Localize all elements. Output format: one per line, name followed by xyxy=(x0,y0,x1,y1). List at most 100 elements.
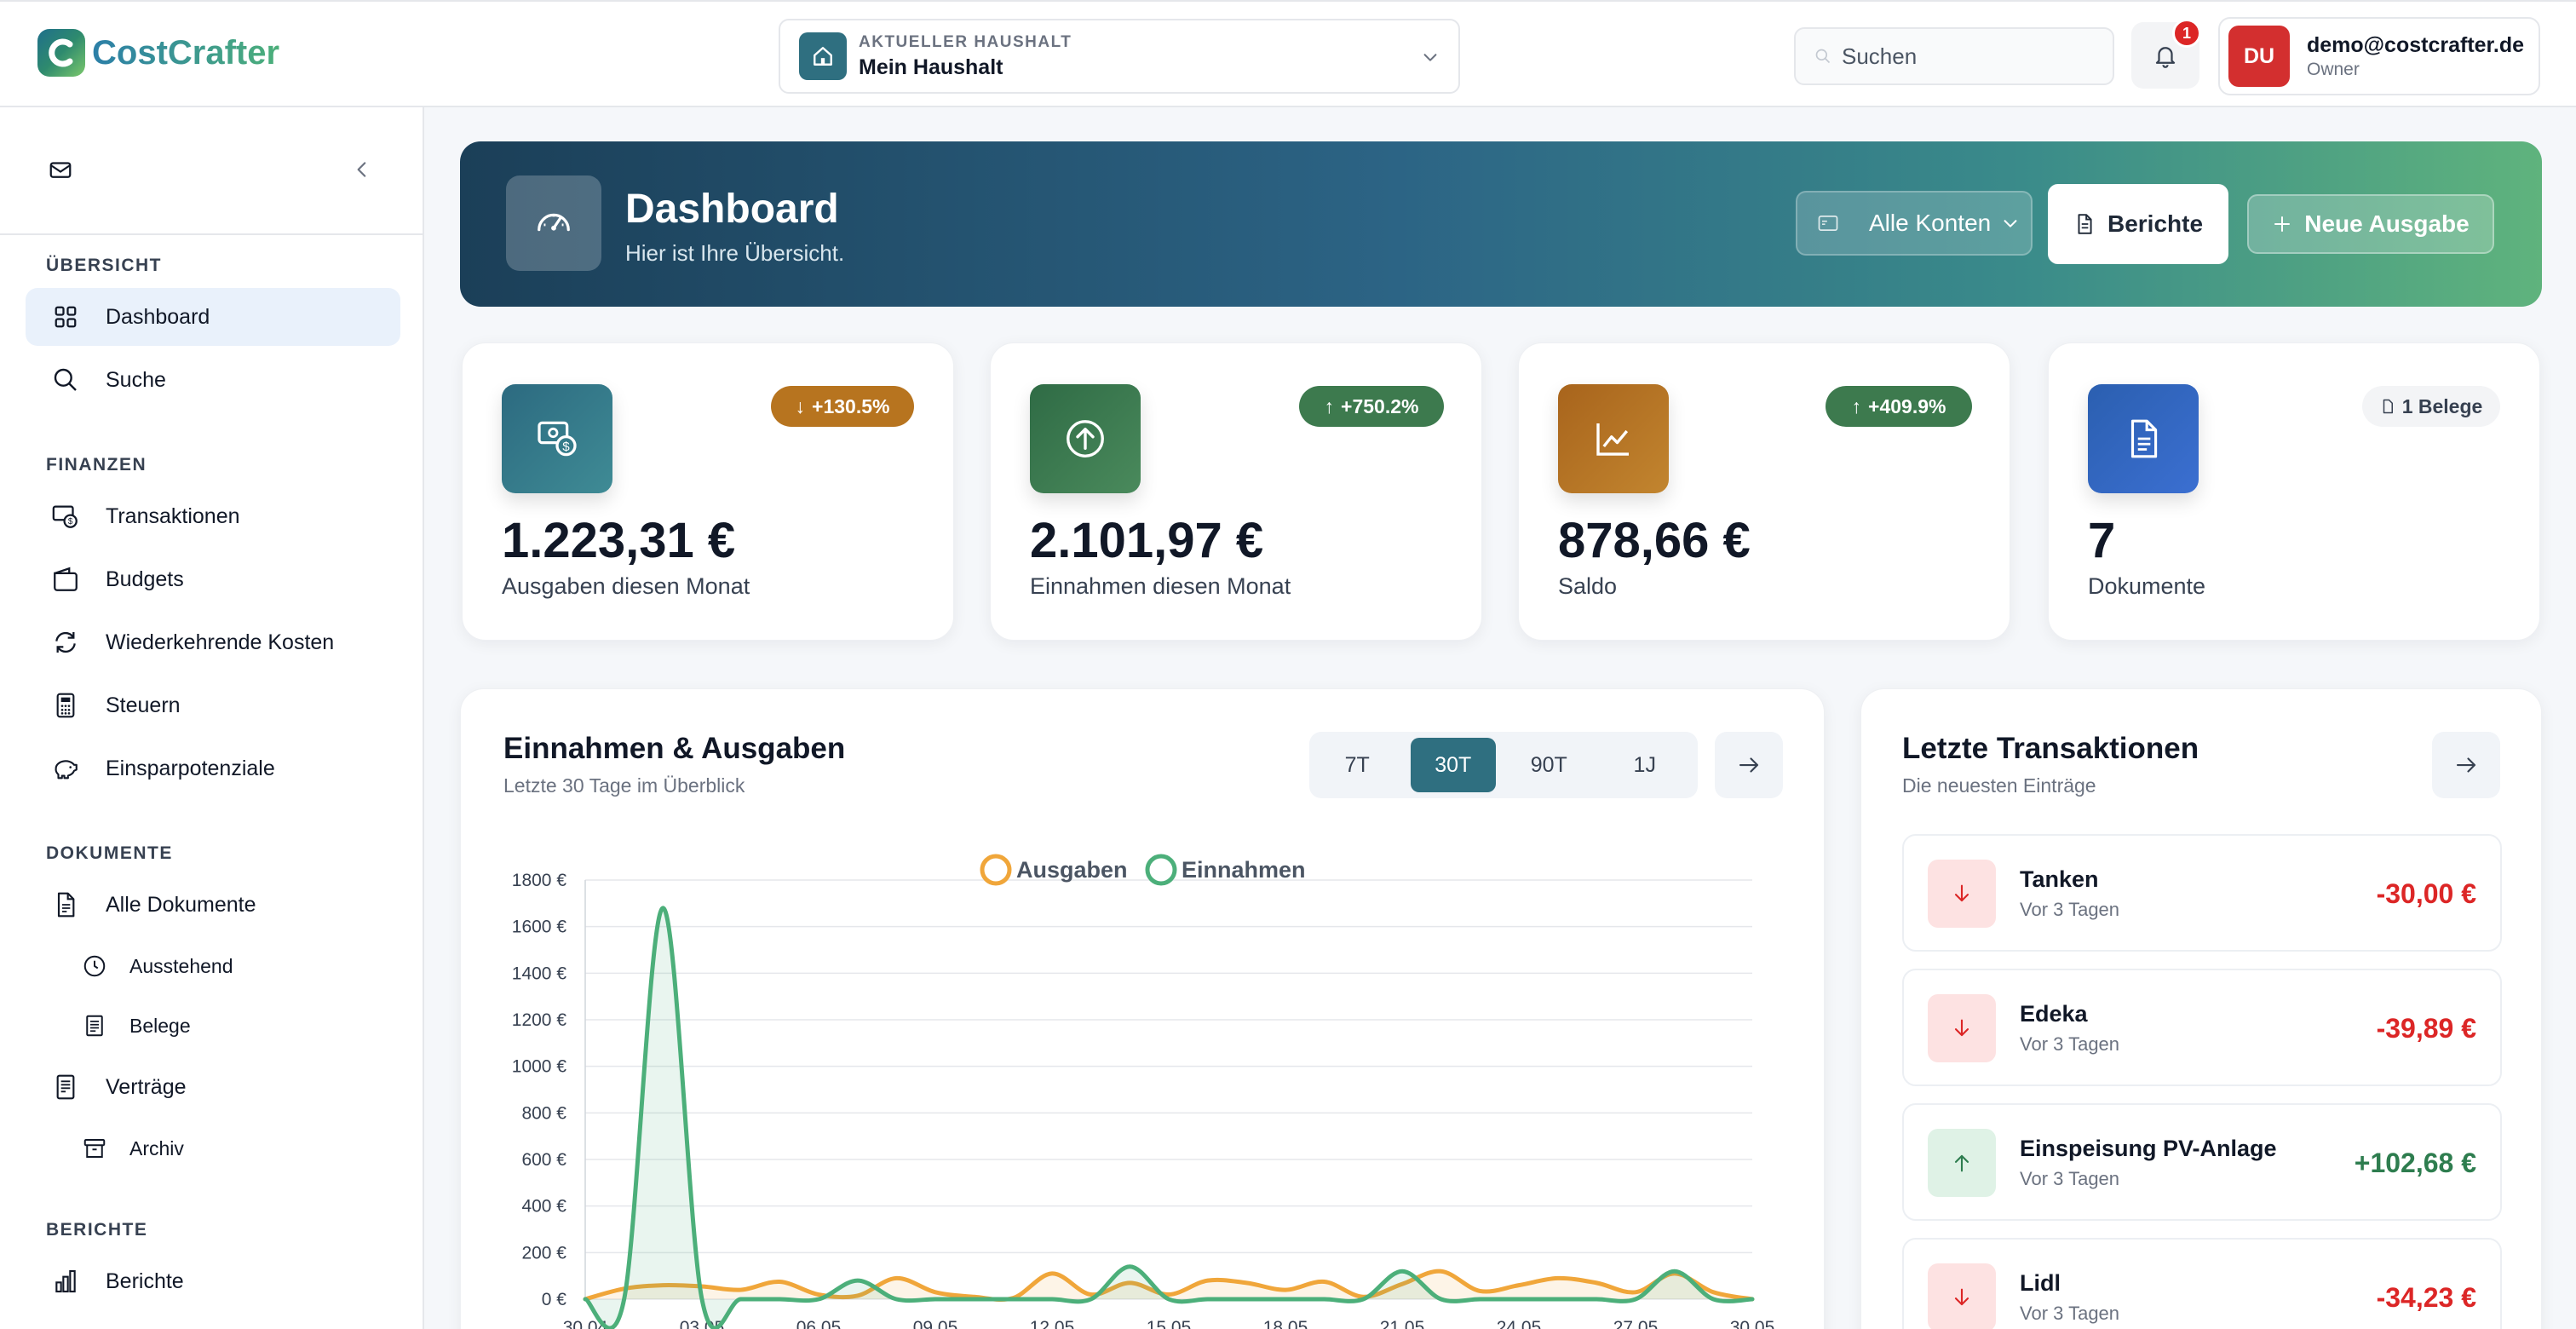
y-tick-label: 200 € xyxy=(521,1243,566,1263)
notifications-button[interactable]: 1 xyxy=(2131,19,2201,89)
income-expense-chart: 0 € 200 € 400 € 600 € 800 € 1000 € 1200 € 1400 … xyxy=(512,854,1775,1329)
transaction-amount: +102,68 € xyxy=(2354,1148,2476,1178)
sidebar-item-archive[interactable]: Archiv xyxy=(55,1119,400,1177)
y-tick-label: 1600 € xyxy=(512,918,567,937)
stat-card-documents[interactable]: 1 Belege 7 Dokumente xyxy=(2048,342,2540,641)
sidebar-section-reports: BERICHTE xyxy=(46,1220,148,1240)
app-logo[interactable]: CostCrafter xyxy=(37,29,279,77)
sidebar-item-taxes[interactable]: Steuern xyxy=(26,676,400,734)
reports-button-label: Berichte xyxy=(2107,210,2204,237)
x-tick-label: 18.05 xyxy=(1263,1318,1308,1329)
money-transfer-icon: $ xyxy=(502,384,612,493)
chart-title: Einnahmen & Ausgaben xyxy=(503,732,846,765)
receipt-icon xyxy=(80,1011,109,1040)
document-icon xyxy=(2073,213,2096,235)
stat-card-balance[interactable]: ↑ +409.9% 878,66 € Saldo xyxy=(1518,342,2010,641)
y-tick-label: 1800 € xyxy=(512,871,567,890)
sidebar-item-search[interactable]: Suche xyxy=(26,351,400,409)
sidebar-item-receipts[interactable]: Belege xyxy=(55,997,400,1055)
stat-card-income[interactable]: ↑ +750.2% 2.101,97 € Einnahmen diesen Mon… xyxy=(990,342,1482,641)
sidebar-item-dashboard[interactable]: Dashboard xyxy=(26,288,400,346)
arrow-right-icon xyxy=(2453,752,2479,778)
search-input[interactable] xyxy=(1842,43,2097,70)
range-90d[interactable]: 90T xyxy=(1506,738,1592,792)
calculator-icon xyxy=(51,691,80,720)
transaction-row[interactable]: Edeka Vor 3 Tagen -39,89 € xyxy=(1902,969,2502,1086)
file-icon xyxy=(2380,398,2395,415)
trend-badge: ↑ +409.9% xyxy=(1826,386,1972,427)
sidebar-item-label: Budgets xyxy=(106,567,184,591)
x-tick-label: 30.05 xyxy=(1730,1318,1775,1329)
transaction-row[interactable]: Lidl Vor 3 Tagen -34,23 € xyxy=(1902,1238,2502,1329)
account-select[interactable]: Alle Konten xyxy=(1796,191,2033,256)
sidebar-item-reports[interactable]: Berichte xyxy=(26,1252,400,1310)
y-tick-label: 800 € xyxy=(521,1103,566,1123)
avatar: DU xyxy=(2228,26,2290,87)
household-name: Mein Haushalt xyxy=(859,55,1003,79)
search-icon xyxy=(51,365,80,394)
legend-label: Ausgaben xyxy=(1016,857,1128,883)
transaction-name: Tanken xyxy=(2020,866,2099,892)
app-name: CostCrafter xyxy=(92,33,280,72)
search-box[interactable] xyxy=(1794,27,2114,85)
sidebar-item-budgets[interactable]: Budgets xyxy=(26,550,400,608)
sidebar-item-transactions[interactable]: $ Transaktionen xyxy=(26,487,400,545)
bell-icon xyxy=(2153,43,2178,68)
logo-mark-icon xyxy=(37,29,85,77)
sidebar-item-label: Dashboard xyxy=(106,304,210,329)
transaction-row[interactable]: Einspeisung PV-Anlage Vor 3 Tagen +102,6… xyxy=(1902,1103,2502,1221)
range-30d[interactable]: 30T xyxy=(1410,738,1496,792)
transactions-subtitle: Die neuesten Einträge xyxy=(1902,774,2096,797)
legend-label: Einnahmen xyxy=(1182,857,1306,883)
svg-text:$: $ xyxy=(68,517,73,526)
user-email: demo@costcrafter.de xyxy=(2307,32,2525,57)
sidebar-item-recurring[interactable]: Wiederkehrende Kosten xyxy=(26,613,400,671)
trend-value: +130.5% xyxy=(812,394,890,417)
sidebar-item-pending[interactable]: Ausstehend xyxy=(55,937,400,995)
transaction-name: Lidl xyxy=(2020,1270,2061,1296)
archive-icon xyxy=(80,1134,109,1163)
legend-marker-ausgaben xyxy=(980,854,1012,886)
range-7d[interactable]: 7T xyxy=(1314,738,1400,792)
documents-badge: 1 Belege xyxy=(2362,386,2500,427)
open-transactions-button[interactable] xyxy=(2432,732,2500,798)
document-icon xyxy=(51,890,80,919)
contract-icon xyxy=(51,1073,80,1102)
sidebar-section-overview: ÜBERSICHT xyxy=(46,256,163,275)
household-selector[interactable]: AKTUELLER HAUSHALT Mein Haushalt xyxy=(779,19,1460,94)
mail-icon[interactable] xyxy=(48,157,73,182)
line-chart-icon xyxy=(1558,384,1669,493)
x-tick-label: 15.05 xyxy=(1147,1318,1192,1329)
range-1y[interactable]: 1J xyxy=(1602,738,1688,792)
stat-card-expenses[interactable]: $ ↓ +130.5% 1.223,31 € Ausgaben diesen Mo… xyxy=(462,342,954,641)
y-tick-label: 600 € xyxy=(521,1150,566,1170)
reports-button[interactable]: Berichte xyxy=(2048,184,2228,264)
sidebar-item-all-documents[interactable]: Alle Dokumente xyxy=(26,876,400,934)
new-expense-button[interactable]: Neue Ausgabe xyxy=(2247,194,2494,254)
stat-value: 7 xyxy=(2088,513,2116,568)
refresh-icon xyxy=(51,628,80,657)
search-icon xyxy=(1814,48,1831,65)
chevron-down-icon xyxy=(1421,48,1440,66)
sidebar-item-label: Suche xyxy=(106,367,166,392)
arrow-down-icon xyxy=(1928,1263,1996,1329)
sidebar-item-label: Alle Dokumente xyxy=(106,892,256,917)
page-title: Dashboard xyxy=(625,187,839,232)
transaction-time: Vor 3 Tagen xyxy=(2020,899,2120,920)
bar-chart-icon xyxy=(51,1267,80,1296)
home-icon xyxy=(799,32,847,80)
time-range-selector: 7T 30T 90T 1J xyxy=(1309,732,1698,798)
sidebar: ÜBERSICHT Dashboard Suche FINANZEN $ Tra… xyxy=(0,107,424,1329)
open-chart-button[interactable] xyxy=(1715,732,1783,798)
sidebar-item-label: Ausstehend xyxy=(129,954,233,977)
user-menu[interactable]: DU demo@costcrafter.de Owner xyxy=(2218,17,2540,95)
sidebar-item-contracts[interactable]: Verträge xyxy=(26,1058,400,1116)
transaction-time: Vor 3 Tagen xyxy=(2020,1303,2120,1324)
account-select-label: Alle Konten xyxy=(1869,210,1992,236)
collapse-sidebar-icon[interactable] xyxy=(351,158,373,181)
sidebar-item-savings[interactable]: Einsparpotenziale xyxy=(26,739,400,797)
transaction-row[interactable]: Tanken Vor 3 Tagen -30,00 € xyxy=(1902,834,2502,952)
transaction-time: Vor 3 Tagen xyxy=(2020,1168,2120,1189)
sidebar-item-label: Steuern xyxy=(106,693,181,717)
y-tick-label: 1000 € xyxy=(512,1057,567,1077)
